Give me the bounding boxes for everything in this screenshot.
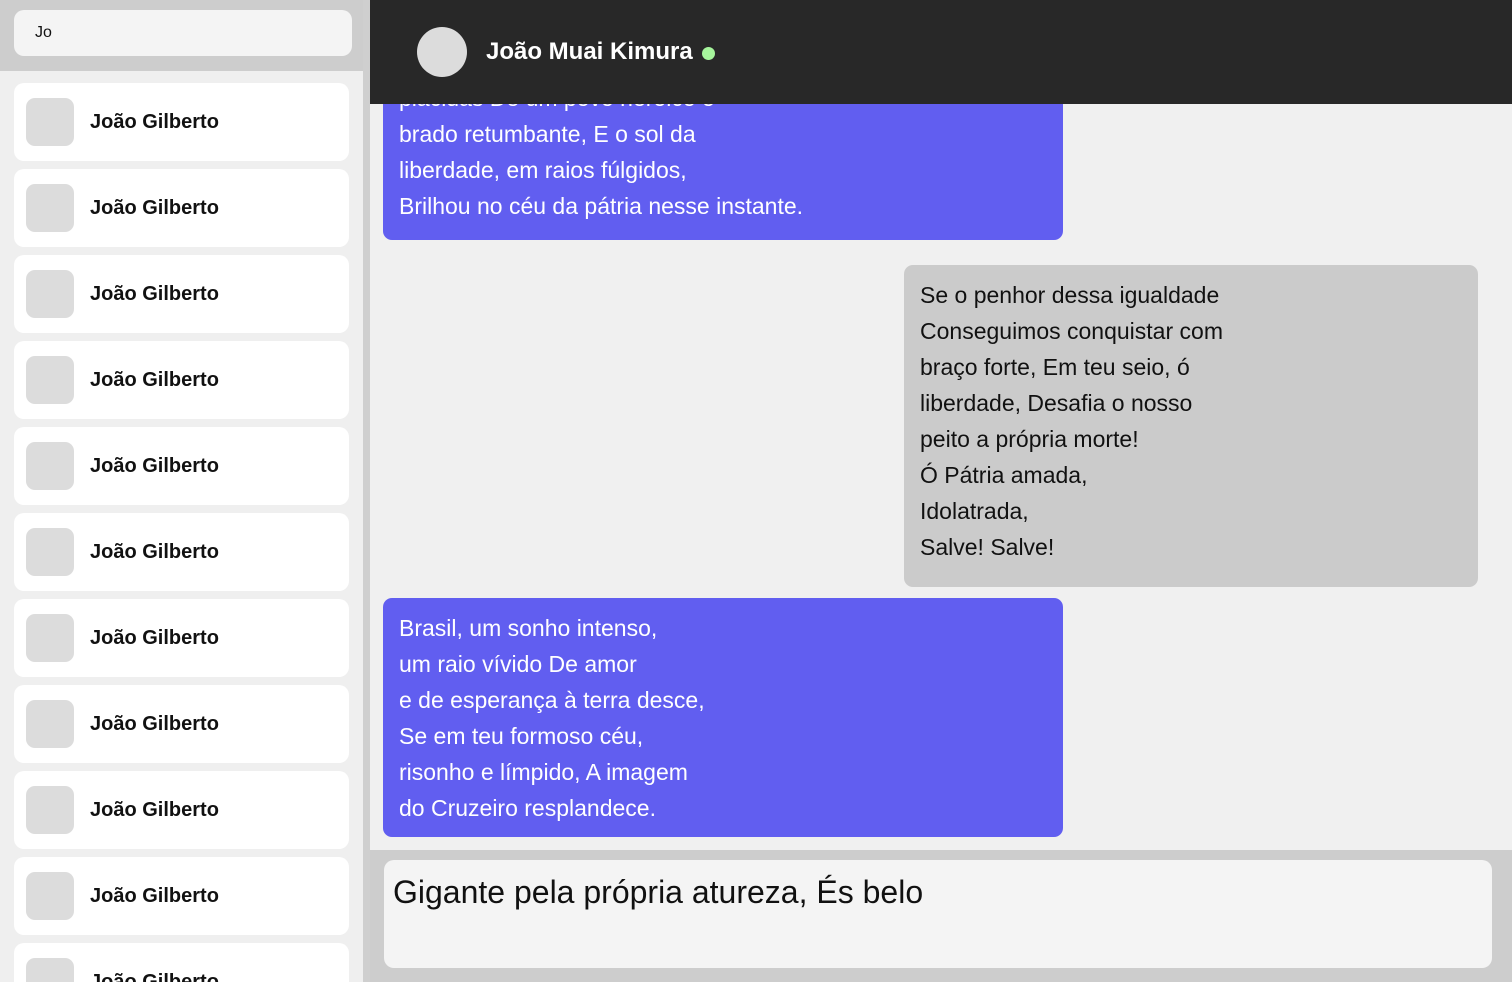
message-line: Brilhou no céu da pátria nesse instante. <box>399 193 804 219</box>
contact-item[interactable]: João Gilberto <box>14 857 349 935</box>
message-line: braço forte, Em teu seio, ó <box>920 354 1190 380</box>
contact-name: João Gilberto <box>90 798 219 821</box>
contact-item[interactable]: João Gilberto <box>14 255 349 333</box>
message-line: Se o penhor dessa igualdade <box>920 282 1220 308</box>
contact-item[interactable]: João Gilberto <box>14 685 349 763</box>
contact-name: João Gilberto <box>90 540 219 563</box>
message-line: Se em teu formoso céu, <box>399 723 644 749</box>
contact-name: João Gilberto <box>90 368 219 391</box>
avatar <box>26 356 74 404</box>
message-line: Brasil, um sonho intenso, <box>399 615 658 641</box>
contact-name: João Muai Kimura <box>486 38 693 65</box>
message-input[interactable]: Gigante pela própria atureza, És belo <box>384 860 1492 968</box>
message-line: liberdade, em raios fúlgidos, <box>399 157 687 183</box>
contact-name: João Gilberto <box>90 110 219 133</box>
message-received: Brasil, um sonho intenso, um raio vívido… <box>383 598 1063 837</box>
contact-item[interactable]: João Gilberto <box>14 943 349 982</box>
chat-panel: plácidas De um povo heróico o brado retu… <box>370 0 1512 982</box>
message-line: Salve! Salve! <box>920 534 1055 560</box>
contact-item[interactable]: João Gilberto <box>14 83 349 161</box>
contact-name: João Gilberto <box>90 712 219 735</box>
avatar <box>26 184 74 232</box>
avatar <box>26 614 74 662</box>
contact-item[interactable]: João Gilberto <box>14 513 349 591</box>
message-line: liberdade, Desafia o nosso <box>920 390 1193 416</box>
avatar <box>26 786 74 834</box>
contact-list: João Gilberto João Gilberto João Gilberto J… <box>14 83 349 982</box>
message-list[interactable]: plácidas De um povo heróico o brado retu… <box>370 0 1512 850</box>
search-bar <box>0 0 363 71</box>
contact-item[interactable]: João Gilberto <box>14 599 349 677</box>
message-line: Conseguimos conquistar com <box>920 318 1223 344</box>
avatar <box>26 98 74 146</box>
message-line: e de esperança à terra desce, <box>399 687 705 713</box>
contact-item[interactable]: João Gilberto <box>14 169 349 247</box>
search-input[interactable] <box>14 10 352 56</box>
contact-name: João Gilberto <box>90 454 219 477</box>
avatar[interactable] <box>417 27 467 77</box>
message-line: brado retumbante, E o sol da <box>399 121 696 147</box>
contact-name: João Gilberto <box>90 970 219 982</box>
composer: Gigante pela própria atureza, És belo <box>370 850 1512 982</box>
contact-name: João Gilberto <box>90 626 219 649</box>
avatar <box>26 700 74 748</box>
contact-name: João Gilberto <box>90 884 219 907</box>
sidebar: João Gilberto João Gilberto João Gilberto J… <box>0 0 363 982</box>
message-sent: Se o penhor dessa igualdade Conseguimos … <box>904 265 1478 587</box>
contact-item[interactable]: João Gilberto <box>14 427 349 505</box>
avatar <box>26 872 74 920</box>
avatar <box>26 442 74 490</box>
avatar <box>26 528 74 576</box>
contact-name: João Gilberto <box>90 282 219 305</box>
online-status-icon <box>702 47 715 60</box>
message-line: risonho e límpido, A imagem <box>399 759 688 785</box>
avatar <box>26 958 74 982</box>
avatar <box>26 270 74 318</box>
contact-name: João Gilberto <box>90 196 219 219</box>
message-line: peito a própria morte! <box>920 426 1139 452</box>
contact-item[interactable]: João Gilberto <box>14 771 349 849</box>
message-line: um raio vívido De amor <box>399 651 637 677</box>
contact-item[interactable]: João Gilberto <box>14 341 349 419</box>
message-line: Ó Pátria amada, <box>920 462 1088 488</box>
chat-app: João Gilberto João Gilberto João Gilberto J… <box>0 0 1512 982</box>
sidebar-divider <box>363 0 370 982</box>
chat-header: João Muai Kimura <box>370 0 1512 104</box>
message-line: do Cruzeiro resplandece. <box>399 795 656 821</box>
message-line: Idolatrada, <box>920 498 1029 524</box>
